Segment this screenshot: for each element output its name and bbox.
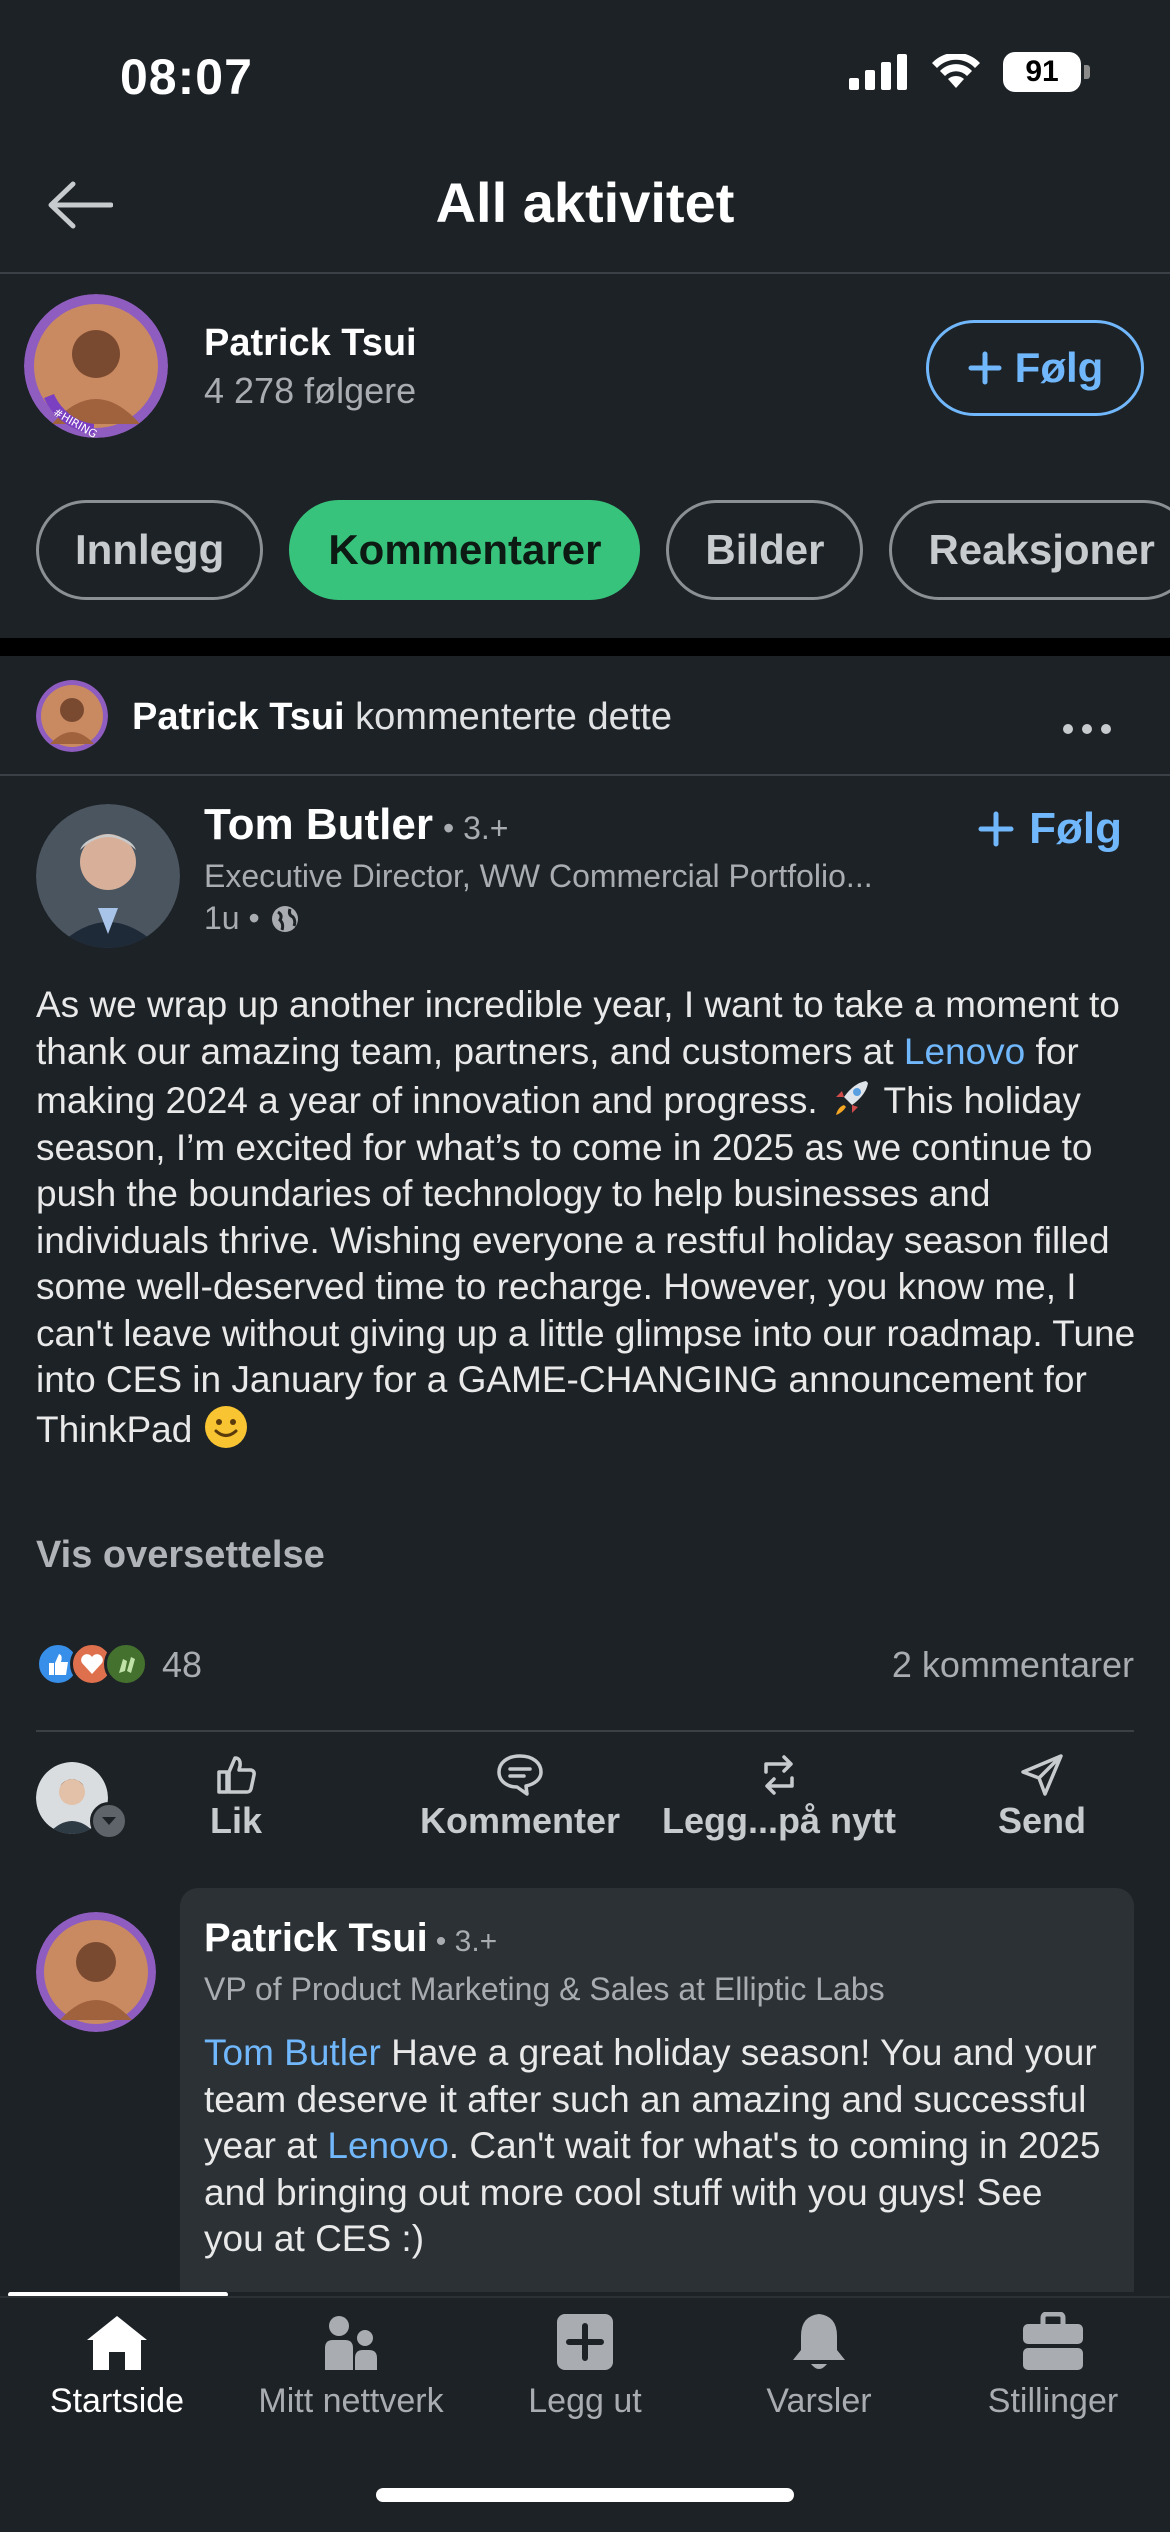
post-time-text: 1u • (204, 900, 260, 936)
like-button[interactable]: Lik (210, 1752, 262, 1842)
author-name[interactable]: Tom Butler • 3.+ (204, 800, 508, 850)
post-actions: Lik Kommenter Legg...på nytt Send (36, 1730, 1134, 1870)
tab-post-label: Legg ut (528, 2382, 642, 2420)
activity-actor[interactable]: Patrick Tsui (132, 696, 345, 738)
bell-icon (793, 2314, 845, 2369)
actor-switch-button[interactable] (90, 1802, 128, 1840)
tab-post[interactable]: Legg ut (468, 2312, 702, 2421)
tab-home-label: Startside (49, 2382, 185, 2420)
author-name-text: Tom Butler (204, 800, 433, 849)
header: All aktivitet (0, 140, 1170, 274)
comment-button[interactable]: Kommenter (420, 1752, 620, 1842)
battery-level: 91 (1003, 52, 1081, 92)
home-indicator (376, 2488, 794, 2502)
comment-mention-person[interactable]: Tom Butler (204, 2032, 381, 2073)
post-author: Tom Butler • 3.+ Executive Director, WW C… (0, 800, 1170, 950)
chip-bilder[interactable]: Bilder (666, 500, 864, 600)
celebrate-icon (104, 1642, 148, 1686)
activity-action: kommenterte dette (355, 696, 672, 738)
tab-notifications[interactable]: Varsler (702, 2312, 936, 2421)
comment-author-name: Patrick Tsui (204, 1916, 428, 1960)
page-title: All aktivitet (435, 171, 735, 234)
activity-text: Patrick Tsui kommenterte dette (132, 696, 672, 739)
repost-icon (764, 1755, 794, 1795)
profile-row: #HIRING Patrick Tsui 4 278 følgere Følg (0, 274, 1170, 474)
send-label: Send (998, 1800, 1087, 1841)
comment-author-degree: • 3.+ (435, 1925, 498, 1958)
more-options-button[interactable] (1062, 696, 1112, 746)
wifi-icon (932, 54, 980, 88)
chip-kommentarer[interactable]: Kommentarer (289, 500, 641, 600)
plus-icon (978, 811, 1014, 847)
globe-icon (271, 905, 298, 932)
chip-innlegg[interactable]: Innlegg (36, 500, 264, 600)
profile-avatar[interactable]: #HIRING (24, 294, 168, 438)
tab-jobs-label: Stillinger (987, 2382, 1119, 2420)
home-icon (87, 2316, 147, 2370)
social-counts: 48 2 kommentarer (36, 1636, 1134, 1696)
comment: Patrick Tsui • 3.+ VP of Product Marketin… (0, 1888, 1170, 2292)
smiley-emoji-icon (204, 1405, 247, 1448)
tab-home[interactable]: Startside (0, 2312, 234, 2421)
comment-label: Kommenter (420, 1800, 621, 1841)
signal-icon (849, 54, 907, 90)
network-icon (325, 2316, 377, 2370)
repost-label: Legg...på nytt (662, 1800, 896, 1841)
chip-reaksjoner[interactable]: Reaksjoner (889, 500, 1170, 600)
add-post-icon (557, 2314, 613, 2370)
post-text: As we wrap up another incredible year, I… (36, 982, 1146, 1453)
follow-button[interactable]: Følg (926, 320, 1144, 416)
chevron-down-icon (102, 1817, 116, 1825)
rocket-emoji-icon (835, 1081, 868, 1115)
tab-notifications-label: Varsler (766, 2382, 872, 2420)
post-text-part-3: This holiday season, I’m excited for wha… (36, 1080, 1136, 1450)
profile-followers: 4 278 følgere (204, 370, 417, 411)
translate-button[interactable]: Vis oversettelse (36, 1534, 325, 1577)
status-time: 08:07 (120, 49, 253, 105)
send-icon (1021, 1754, 1063, 1796)
post-time: 1u • (204, 900, 300, 937)
repost-button[interactable]: Legg...på nytt (662, 1752, 896, 1842)
more-icon (1063, 724, 1111, 734)
status-icons: 91 (849, 52, 1090, 92)
author-degree: • 3.+ (442, 810, 509, 846)
status-bar: 08:07 91 (0, 0, 1170, 140)
comment-author-headline: VP of Product Marketing & Sales at Ellip… (204, 1971, 885, 2007)
reaction-count[interactable]: 48 (162, 1644, 202, 1686)
follow-button-label: Følg (1014, 344, 1104, 391)
author-avatar[interactable] (36, 804, 180, 948)
author-follow-label: Følg (1029, 804, 1122, 853)
company-mention[interactable]: Lenovo (904, 1031, 1025, 1072)
thumbs-up-icon (217, 1756, 256, 1794)
author-headline: Executive Director, WW Commercial Portfo… (204, 858, 873, 894)
briefcase-icon (1023, 2312, 1083, 2370)
author-follow-button[interactable]: Følg (977, 804, 1122, 854)
comment-mention-company[interactable]: Lenovo (327, 2125, 448, 2166)
comment-count[interactable]: 2 kommentarer (892, 1644, 1134, 1686)
comment-text: Tom Butler Have a great holiday season! … (204, 2030, 1110, 2263)
comment-bubble: Patrick Tsui • 3.+ VP of Product Marketin… (180, 1888, 1134, 2292)
battery-indicator: 91 (1003, 52, 1090, 92)
activity-actor-avatar[interactable] (36, 680, 108, 752)
reaction-icons[interactable] (36, 1642, 148, 1686)
profile-name[interactable]: Patrick Tsui (204, 322, 417, 365)
section-divider (0, 638, 1170, 656)
send-button[interactable]: Send (998, 1752, 1086, 1842)
activity-header: Patrick Tsui kommenterte dette (0, 676, 1170, 776)
tab-network[interactable]: Mitt nettverk (234, 2312, 468, 2421)
filter-chips: Innlegg Kommentarer Bilder Reaksjoner (36, 500, 1170, 600)
plus-icon (968, 351, 1002, 385)
comment-author[interactable]: Patrick Tsui • 3.+ (204, 1916, 1110, 1961)
tab-network-label: Mitt nettverk (258, 2382, 444, 2420)
tab-jobs[interactable]: Stillinger (936, 2312, 1170, 2421)
comment-author-avatar[interactable] (36, 1912, 156, 2032)
like-label: Lik (210, 1800, 263, 1841)
comment-icon (497, 1754, 543, 1796)
